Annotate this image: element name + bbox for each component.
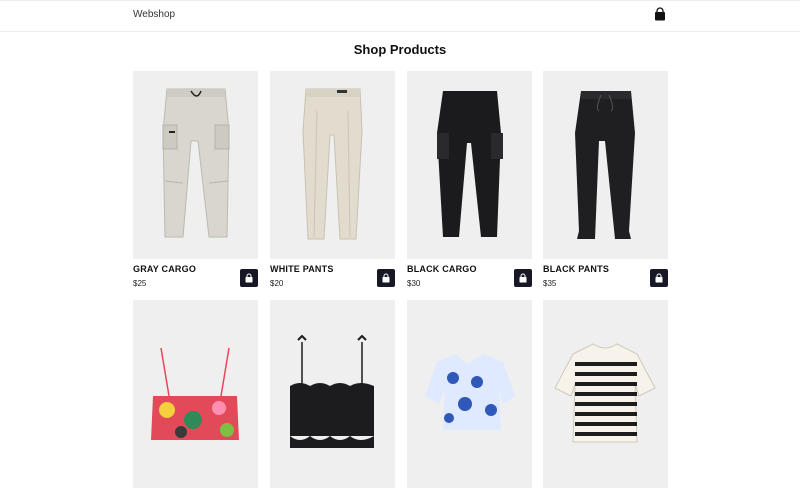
shopping-bag-icon xyxy=(245,273,253,283)
add-to-cart-button[interactable] xyxy=(514,269,532,287)
page-title: Shop Products xyxy=(353,42,447,57)
site-header: Webshop xyxy=(0,1,800,32)
add-to-cart-button[interactable] xyxy=(240,269,258,287)
add-to-cart-button[interactable] xyxy=(377,269,395,287)
product-image[interactable] xyxy=(133,71,258,259)
add-to-cart-button[interactable] xyxy=(650,269,668,287)
shopping-bag-icon xyxy=(382,273,390,283)
product-image[interactable] xyxy=(543,71,668,259)
product-price: $20 xyxy=(270,279,284,288)
product-name: WHITE PANTS xyxy=(270,264,334,274)
product-name: GRAY CARGO xyxy=(133,264,197,274)
product-image[interactable] xyxy=(133,300,258,488)
product-image[interactable] xyxy=(407,71,532,259)
product-price: $30 xyxy=(407,279,421,288)
product-name: BLACK PANTS xyxy=(543,264,610,274)
product-image[interactable] xyxy=(407,300,532,488)
product-price: $35 xyxy=(543,279,557,288)
product-image[interactable] xyxy=(543,300,668,488)
shopping-bag-icon xyxy=(519,273,527,283)
product-image[interactable] xyxy=(270,71,395,259)
shopping-bag-icon xyxy=(655,273,663,283)
product-image[interactable] xyxy=(270,300,395,488)
brand-logo-link[interactable]: Webshop xyxy=(133,9,175,20)
product-price: $25 xyxy=(133,279,147,288)
product-name: BLACK CARGO xyxy=(407,264,477,274)
shopping-bag-icon[interactable] xyxy=(653,7,667,21)
